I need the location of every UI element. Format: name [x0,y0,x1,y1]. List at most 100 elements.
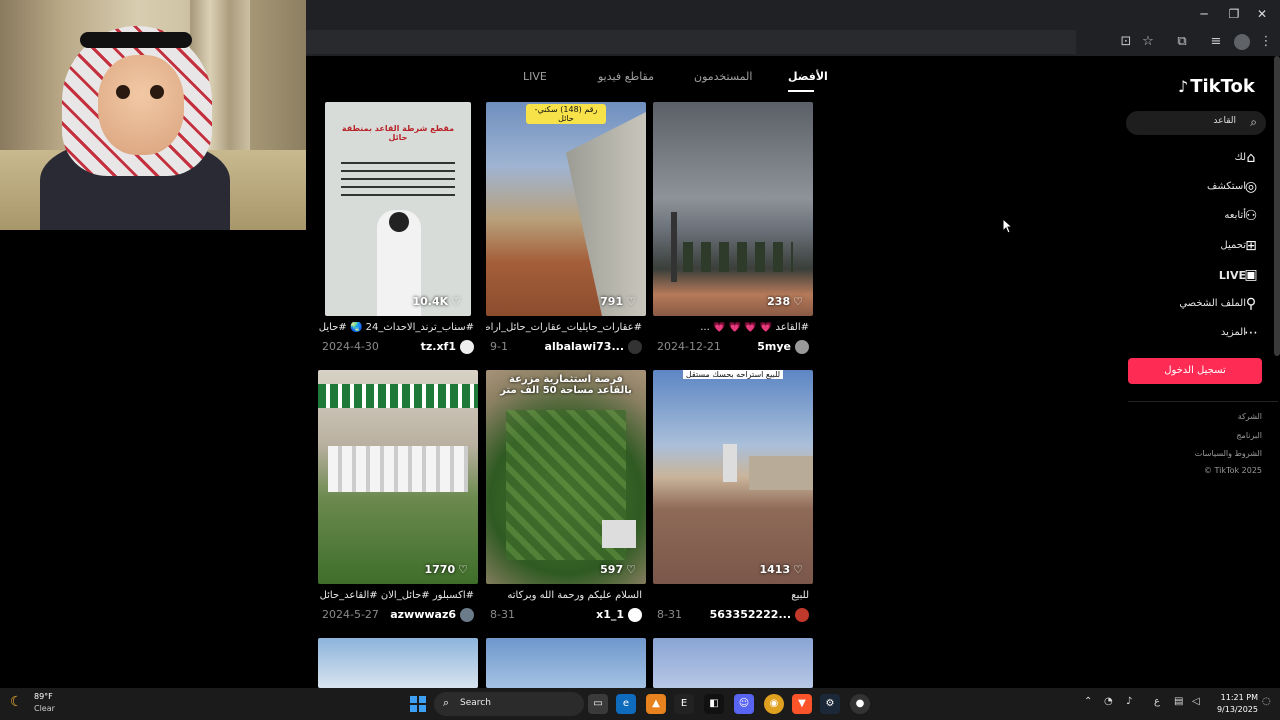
video-thumbnail[interactable]: فرصة استثمارية مزرعة بالقاعد مساحة 50 ال… [486,370,646,584]
tab-live[interactable]: LIVE [523,70,547,83]
tiktok-logo[interactable]: ♪ TikTok [1178,76,1255,97]
scrollbar[interactable] [1274,56,1280,356]
author-avatar[interactable] [460,608,474,622]
video-author[interactable]: azwwwaz6 [390,608,456,621]
video-thumbnail[interactable] [653,638,813,688]
overlay-label: رقم (148) سكني- حائل [526,104,606,124]
nav-item-following[interactable]: أتابعه [1224,210,1246,230]
vlc-icon[interactable]: ▲ [646,694,666,714]
video-caption[interactable]: #القاعد 💗 💗 💗 💗 ... [653,322,809,333]
brave-icon[interactable]: ▼ [792,694,812,714]
install-icon[interactable]: ⊡ [1116,32,1136,52]
nav-item-live[interactable]: LIVE [1219,269,1246,289]
video-author[interactable]: tz.xf1 [421,340,456,353]
video-caption[interactable]: للبيع [653,590,809,601]
building [602,520,636,548]
address-bar[interactable] [306,30,1076,54]
search-query: القاعد [1213,116,1236,126]
volume-icon[interactable]: ◁ [1192,696,1200,707]
like-count: 1770 ♡ [425,563,469,576]
sidebar-divider [1128,401,1278,402]
close-icon[interactable]: ✕ [1252,4,1272,24]
tray-overflow-icon[interactable]: ⌃ [1084,696,1092,707]
nav-item-for-you[interactable]: لك [1235,152,1246,172]
microphone-icon[interactable]: ♪ [1126,696,1132,707]
like-count-value: 791 [600,295,624,308]
footer-program[interactable]: البرنامج [1236,431,1262,440]
like-count: 791 ♡ [600,295,636,308]
video-thumbnail[interactable]: رقم (148) سكني- حائل 791 ♡ [486,102,646,316]
video-caption[interactable]: #اكسبلور #حائل_الان #القاعد_حائل ... [318,590,474,601]
nvidia-icon[interactable]: ◧ [704,694,724,714]
media-icon[interactable]: ≡ [1206,32,1226,52]
author-avatar[interactable] [628,340,642,354]
notifications-icon[interactable]: ◌ [1262,696,1271,707]
video-date: 8-31 [490,608,515,621]
video-thumbnail[interactable] [318,638,478,688]
author-avatar[interactable] [795,608,809,622]
taskbar-search-label: Search [460,698,491,708]
video-date: 8-31 [657,608,682,621]
video-author[interactable]: x1_1 [596,608,624,621]
obs-icon[interactable]: ● [850,694,870,714]
video-author[interactable]: albalawi73... [545,340,624,353]
video-meta: 2024-12-21 5mye [657,340,809,356]
tray-app-icon[interactable]: ◔ [1104,696,1113,707]
tab-users[interactable]: المستخدمون [694,70,752,83]
weather-widget[interactable]: ☾ 89°F Clear [10,692,90,716]
taskbar-search[interactable]: ⌕ Search [434,692,584,716]
footer-company[interactable]: الشركة [1238,412,1262,421]
browser-toolbar: ⊡ ☆ ⧉ ≡ ⋮ [306,28,1280,56]
steam-icon[interactable]: ⚙ [820,694,840,714]
windows-start-icon[interactable] [410,696,426,712]
video-thumbnail[interactable] [486,638,646,688]
login-button[interactable]: تسجيل الدخول [1128,358,1262,384]
video-meta: 2024-5-27 azwwwaz6 [322,608,474,624]
video-author[interactable]: 563352222... [710,608,791,621]
taskbar-clock[interactable]: 11:21 PM 9/13/2025 [1208,692,1258,716]
nav-item-more[interactable]: المزيد [1221,327,1246,347]
task-view-icon[interactable]: ▭ [588,694,608,714]
search-icon[interactable]: ⌕ [1250,115,1257,130]
overlay-label: فرصة استثمارية مزرعة بالقاعد مساحة 50 ال… [500,374,632,396]
clock-date: 9/13/2025 [1216,705,1258,714]
author-avatar[interactable] [795,340,809,354]
search-input[interactable]: القاعد ⌕ [1126,111,1266,135]
bookmark-star-icon[interactable]: ☆ [1138,32,1158,52]
tab-top[interactable]: الأفضل [788,70,828,83]
nav-item-upload[interactable]: تحميل [1220,240,1246,260]
author-avatar[interactable] [460,340,474,354]
video-caption[interactable]: #سناب_ترند_الاحداث_24 🌏 #حايل [318,322,474,333]
wall [749,456,813,490]
like-count: 238 ♡ [767,295,803,308]
minimize-icon[interactable]: ─ [1194,4,1214,24]
chrome-icon[interactable]: ◉ [764,694,784,714]
video-meta: 2024-4-30 tz.xf1 [322,340,474,356]
language-indicator[interactable]: ع [1154,696,1160,707]
nav-item-profile[interactable]: الملف الشخصي [1179,298,1246,318]
video-meta: 9-1 albalawi73... [490,340,642,356]
mouse-cursor-icon [1002,218,1014,234]
video-thumbnail[interactable]: للبيع استراحه بحسك مستقل 1413 ♡ [653,370,813,584]
video-thumbnail[interactable]: مقطع شرطة القاعد بمنطقة حائل 10.4K ♡ [325,102,471,316]
author-avatar[interactable] [628,608,642,622]
tab-videos[interactable]: مقاطع فيديو [598,70,654,83]
discord-icon[interactable]: ☺ [734,694,754,714]
epic-games-icon[interactable]: E [674,694,694,714]
nav-item-explore[interactable]: استكشف [1207,181,1246,201]
footer-terms[interactable]: الشروط والسياسات [1195,449,1262,458]
video-thumbnail[interactable]: 1770 ♡ [318,370,478,584]
video-thumbnail[interactable]: 238 ♡ [653,102,813,316]
child-face [98,55,184,155]
edge-icon[interactable]: e [616,694,636,714]
video-caption[interactable]: #عقارات_حايليات_عقارات_حائل_اراضي_... [486,322,642,333]
like-count-value: 1770 [424,563,456,576]
restore-icon[interactable]: ❐ [1224,4,1244,24]
extensions-icon[interactable]: ⧉ [1172,32,1192,52]
network-icon[interactable]: ▤ [1174,696,1183,707]
video-author[interactable]: 5mye [757,340,791,353]
search-icon: ⌕ [443,696,450,709]
menu-icon[interactable]: ⋮ [1256,32,1276,52]
video-caption[interactable]: السلام عليكم ورحمة الله وبركاته [486,590,642,601]
profile-avatar-icon[interactable] [1234,34,1250,50]
